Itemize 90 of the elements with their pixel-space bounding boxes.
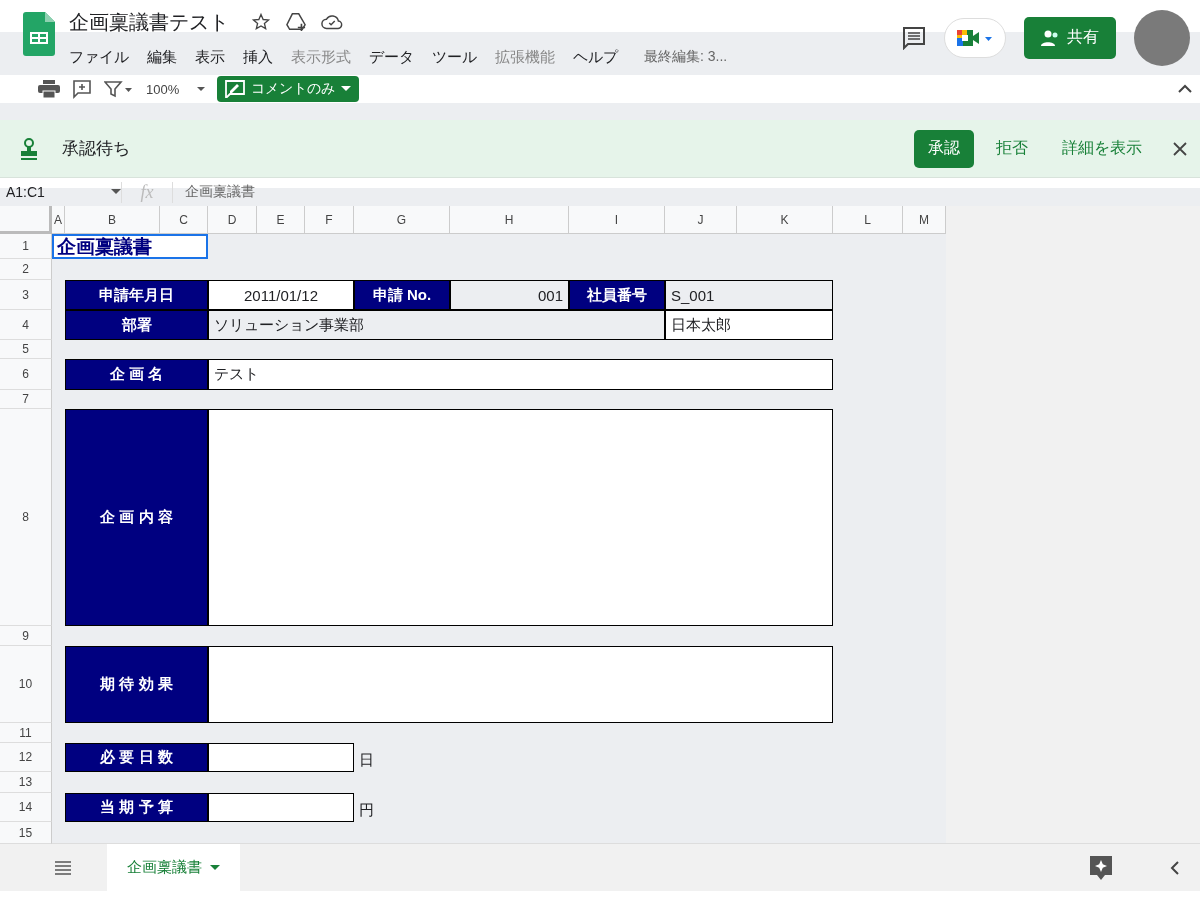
table-cell[interactable]: 日本太郎: [665, 310, 833, 340]
row-header[interactable]: 6: [0, 359, 52, 390]
comment-icon[interactable]: [902, 25, 926, 50]
label-cell: 企 画 内 容: [65, 409, 208, 626]
table-cell[interactable]: テスト: [208, 359, 833, 390]
column-header[interactable]: C: [160, 206, 208, 234]
label-cell: 企 画 名: [65, 359, 208, 390]
unit-label: 日: [358, 750, 375, 770]
caret-icon: [341, 86, 352, 92]
column-header[interactable]: E: [257, 206, 305, 234]
row-header[interactable]: 3: [0, 280, 52, 310]
last-edit-link[interactable]: 最終編集: 3...: [644, 48, 728, 66]
menu-item[interactable]: ファイル: [69, 47, 129, 67]
row-header[interactable]: 14: [0, 793, 52, 822]
column-header[interactable]: F: [305, 206, 354, 234]
details-link[interactable]: 詳細を表示: [1050, 138, 1154, 159]
label-cell: 必 要 日 数: [65, 743, 208, 772]
document-title[interactable]: 企画稟議書テスト: [69, 8, 229, 36]
row-header[interactable]: 13: [0, 772, 52, 793]
table-cell[interactable]: S_001: [665, 280, 833, 310]
collapse-icon[interactable]: [1178, 84, 1192, 94]
row-header[interactable]: 11: [0, 723, 52, 743]
column-header[interactable]: H: [450, 206, 569, 234]
unit-label: 円: [358, 800, 375, 820]
column-header[interactable]: D: [208, 206, 257, 234]
title-cell[interactable]: 企画稟議書: [52, 234, 208, 259]
caret-icon: [210, 864, 220, 871]
row-header[interactable]: 12: [0, 743, 52, 772]
share-button[interactable]: 共有: [1024, 16, 1116, 59]
add-comment-icon[interactable]: [72, 79, 92, 99]
column-header[interactable]: K: [737, 206, 833, 234]
menu-icon[interactable]: [55, 860, 71, 875]
column-header[interactable]: G: [354, 206, 450, 234]
table-cell[interactable]: ソリューション事業部: [208, 310, 665, 340]
caret-icon[interactable]: [111, 189, 121, 195]
menu-item[interactable]: ヘルプ: [573, 47, 618, 67]
star-icon[interactable]: [251, 12, 271, 32]
column-header[interactable]: I: [569, 206, 665, 234]
row-header[interactable]: 4: [0, 310, 52, 340]
row-header[interactable]: 10: [0, 646, 52, 723]
fx-label: fx: [121, 181, 173, 203]
approve-button[interactable]: 承認: [914, 129, 974, 168]
drive-add-icon[interactable]: [285, 12, 307, 32]
caret-icon: [197, 87, 206, 91]
label-cell: 申請 No.: [354, 280, 450, 310]
row-header[interactable]: 1: [0, 234, 52, 259]
row-header[interactable]: 5: [0, 340, 52, 359]
menu-item[interactable]: ツール: [432, 47, 477, 67]
table-cell[interactable]: [208, 409, 833, 626]
formula-field[interactable]: 企画稟議書: [173, 183, 255, 201]
row-header[interactable]: 9: [0, 626, 52, 646]
table-cell[interactable]: 001: [450, 280, 569, 310]
approval-status: 承認待ち: [62, 138, 131, 160]
meet-button[interactable]: [944, 17, 1006, 58]
table-cell[interactable]: [208, 743, 354, 772]
print-icon[interactable]: [38, 80, 60, 98]
row-header[interactable]: 2: [0, 259, 52, 280]
sheet-tab[interactable]: 企画稟議書: [107, 844, 240, 891]
label-cell: 申請年月日: [65, 280, 208, 310]
label-cell: 社員番号: [569, 280, 665, 310]
cloud-check-icon[interactable]: [321, 14, 343, 30]
menu-item[interactable]: 編集: [147, 47, 177, 67]
name-box[interactable]: A1:C1: [6, 184, 45, 200]
column-header[interactable]: A: [52, 206, 65, 234]
edit-comment-icon: [225, 80, 246, 98]
table-cell[interactable]: [208, 646, 833, 723]
row-header[interactable]: 15: [0, 822, 52, 844]
column-header[interactable]: B: [65, 206, 160, 234]
close-icon[interactable]: [1172, 140, 1188, 157]
label-cell: 部署: [65, 310, 208, 340]
chevron-left-icon[interactable]: [1170, 860, 1180, 875]
label-cell: 期 待 効 果: [65, 646, 208, 723]
table-cell[interactable]: [208, 793, 354, 822]
filter-icon[interactable]: [104, 80, 134, 98]
mode-button[interactable]: コメントのみ: [217, 76, 360, 102]
sheets-logo-icon[interactable]: [23, 12, 55, 56]
stamp-icon: [20, 137, 38, 160]
label-cell: 当 期 予 算: [65, 793, 208, 822]
column-header[interactable]: M: [903, 206, 946, 234]
menu-item[interactable]: 表示: [195, 47, 225, 67]
table-cell[interactable]: 2011/01/12: [208, 280, 354, 310]
row-header[interactable]: 7: [0, 390, 52, 409]
zoom-dropdown[interactable]: 100%: [146, 81, 206, 97]
reject-button[interactable]: 拒否: [984, 138, 1040, 159]
row-header[interactable]: 8: [0, 409, 52, 626]
menu-item[interactable]: データ: [369, 47, 414, 67]
menu-item[interactable]: 挿入: [243, 47, 273, 67]
column-header[interactable]: J: [665, 206, 737, 234]
column-header[interactable]: L: [833, 206, 903, 234]
explore-icon[interactable]: [1090, 855, 1112, 880]
